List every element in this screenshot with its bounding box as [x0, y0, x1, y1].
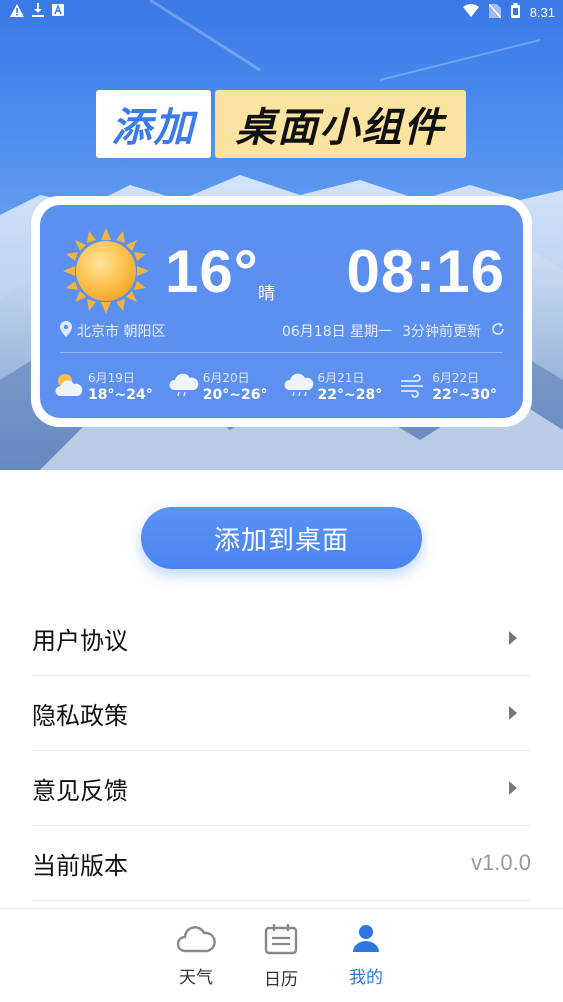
- tab-label: 天气: [179, 968, 213, 988]
- settings-item-feedback[interactable]: 意见反馈: [32, 751, 531, 826]
- updated-text: 3分钟前更新: [402, 324, 481, 340]
- forecast-day: 6月19日 18°~24°: [54, 365, 169, 409]
- wind-icon: [398, 372, 428, 402]
- refresh-icon[interactable]: [491, 322, 505, 340]
- user-icon: [351, 923, 381, 957]
- forecast-range: 22°~28°: [317, 386, 383, 403]
- tab-mine[interactable]: 我的: [336, 923, 396, 988]
- cloud-rain-icon: [169, 372, 199, 402]
- forecast-date: 6月20日: [202, 370, 250, 385]
- forecast-day: 6月22日 22°~30°: [398, 365, 513, 409]
- hero-banner: 8:31 添加 桌面小组件 16° 晴 08:16 北京市 朝阳区 06月18日…: [0, 0, 563, 470]
- title-tag-add: 添加: [96, 90, 211, 158]
- settings-item-label: 当前版本: [32, 851, 128, 880]
- settings-item-user-agreement[interactable]: 用户协议: [32, 601, 531, 676]
- chevron-right-icon: [509, 631, 517, 645]
- wifi-icon: [462, 4, 479, 21]
- cloud-rain-icon: [283, 372, 314, 402]
- settings-list: 用户协议 隐私政策 意见反馈 当前版本 v1.0.0: [32, 601, 531, 901]
- location-pin-icon: [60, 321, 72, 341]
- widget-card: 16° 晴 08:16 北京市 朝阳区 06月18日 星期一 3分钟前更新 6月…: [40, 205, 523, 418]
- cloud-icon: [176, 923, 216, 957]
- tab-label: 日历: [264, 970, 298, 990]
- forecast-day: 6月20日 20°~26°: [169, 365, 284, 409]
- weather-condition: 晴: [258, 284, 275, 304]
- tab-calendar[interactable]: 日历: [251, 923, 311, 990]
- status-bar: 8:31: [0, 0, 563, 24]
- widget-divider: [60, 352, 503, 353]
- forecast-day: 6月21日 22°~28°: [283, 365, 399, 409]
- sun-icon: [61, 226, 151, 320]
- page-title: 添加 桌面小组件: [96, 90, 466, 158]
- version-value: v1.0.0: [471, 850, 531, 875]
- chevron-right-icon: [509, 706, 517, 720]
- forecast-date: 6月19日: [88, 370, 135, 385]
- tab-label: 我的: [349, 968, 383, 988]
- status-time: 8:31: [529, 5, 555, 20]
- forecast-date: 6月22日: [432, 370, 480, 385]
- widget-clock: 08:16: [346, 238, 505, 305]
- no-sim-icon: [488, 3, 502, 22]
- settings-item-privacy-policy[interactable]: 隐私政策: [32, 676, 531, 751]
- settings-item-label: 用户协议: [32, 626, 128, 655]
- settings-item-label: 意见反馈: [32, 776, 128, 805]
- battery-icon: [510, 3, 520, 22]
- forecast-range: 22°~30°: [432, 386, 497, 403]
- forecast-row: 6月19日 18°~24° 6月20日 20°~26° 6月21日 22°~28…: [54, 365, 513, 409]
- download-icon: [32, 3, 44, 21]
- date-text: 06月18日 星期一: [281, 324, 393, 340]
- forecast-date: 6月21日: [317, 370, 365, 385]
- add-to-desktop-button[interactable]: 添加到桌面: [141, 507, 422, 569]
- chevron-right-icon: [509, 781, 517, 795]
- settings-item-label: 隐私政策: [32, 701, 128, 730]
- bottom-tab-bar: 天气 日历 我的: [0, 908, 563, 1002]
- calendar-icon: [264, 923, 298, 959]
- warning-icon: [10, 3, 24, 21]
- forecast-range: 20°~26°: [202, 386, 268, 403]
- partly-cloudy-icon: [54, 372, 84, 402]
- forecast-range: 18°~24°: [88, 386, 153, 403]
- title-tag-widget: 桌面小组件: [215, 90, 466, 158]
- widget-preview: 16° 晴 08:16 北京市 朝阳区 06月18日 星期一 3分钟前更新 6月…: [31, 196, 532, 427]
- font-a-icon: [52, 4, 64, 20]
- tab-weather[interactable]: 天气: [166, 923, 226, 988]
- location-text: 北京市 朝阳区: [77, 324, 166, 340]
- settings-item-version: 当前版本 v1.0.0: [32, 826, 531, 901]
- widget-meta: 06月18日 星期一 3分钟前更新: [282, 321, 505, 341]
- location: 北京市 朝阳区: [60, 321, 165, 341]
- current-temperature: 16°: [165, 238, 259, 305]
